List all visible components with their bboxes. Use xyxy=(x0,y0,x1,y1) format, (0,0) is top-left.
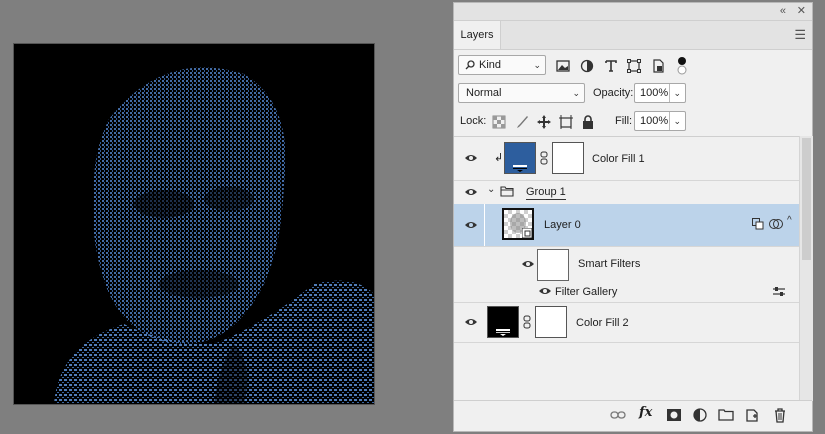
lock-label: Lock: xyxy=(460,115,487,127)
close-icon[interactable]: ✕ xyxy=(797,4,806,18)
layers-list: ↲ Color Fill 1 ⌄ Group 1 Layer 0 ^ Smart… xyxy=(454,136,799,402)
adjustment-filter-icon[interactable] xyxy=(579,58,595,74)
filter-toggle-icon[interactable] xyxy=(676,56,688,76)
document-canvas[interactable] xyxy=(14,44,374,404)
layer-mask-thumbnail[interactable] xyxy=(535,306,567,338)
lock-image-pixels-icon[interactable] xyxy=(514,114,530,130)
layer-name[interactable]: Color Fill 1 xyxy=(592,152,645,166)
chevron-down-icon: ⌄ xyxy=(533,60,541,70)
tabs-row: Layers ☰ xyxy=(454,21,812,50)
layer-name[interactable]: Group 1 xyxy=(526,185,566,200)
filter-row: Kind ⌄ xyxy=(454,55,812,77)
new-group-folder-icon[interactable] xyxy=(718,407,734,423)
layer-row-layer-0[interactable]: Layer 0 ^ xyxy=(454,204,799,247)
fx-layer-style-icon[interactable]: fx xyxy=(639,405,655,421)
eye-visibility-icon[interactable] xyxy=(464,153,478,163)
add-mask-icon[interactable] xyxy=(666,407,682,423)
layer-row-group-1[interactable]: ⌄ Group 1 xyxy=(454,180,799,205)
fill-layer-indicator-icon xyxy=(513,165,527,172)
smart-object-filter-icon[interactable] xyxy=(650,58,666,74)
filter-effects-icon[interactable] xyxy=(769,218,783,230)
shape-filter-icon[interactable] xyxy=(626,58,642,74)
layer-0-thumbnail[interactable] xyxy=(502,208,534,240)
prevent-auto-nesting-icon[interactable] xyxy=(558,114,574,130)
lock-position-icon[interactable] xyxy=(536,114,552,130)
search-icon xyxy=(465,60,475,70)
hamburger-menu-icon[interactable]: ☰ xyxy=(794,28,806,41)
layers-scrollbar[interactable] xyxy=(799,136,813,401)
eye-visibility-icon[interactable] xyxy=(464,220,478,230)
chevron-up-icon[interactable]: ^ xyxy=(787,215,792,226)
opacity-field[interactable]: 100% ⌄ xyxy=(634,83,686,103)
chevron-down-icon[interactable]: ⌄ xyxy=(669,84,681,102)
group-indent-line xyxy=(484,204,485,246)
kind-filter-label: Kind xyxy=(479,59,502,71)
new-adjustment-layer-icon[interactable] xyxy=(692,407,708,423)
layer-mask-thumbnail[interactable] xyxy=(552,142,584,174)
layer-name[interactable]: Smart Filters xyxy=(578,257,640,271)
blend-row: Normal ⌄ Opacity: 100% ⌄ xyxy=(454,83,812,105)
blend-mode-select[interactable]: Normal ⌄ xyxy=(458,83,585,103)
link-layers-icon[interactable] xyxy=(610,407,626,423)
color-fill-thumbnail[interactable] xyxy=(487,306,519,338)
layer-row-smart-filters[interactable]: Smart Filters xyxy=(454,246,799,282)
mask-link-icon[interactable] xyxy=(523,315,531,329)
mask-link-icon[interactable] xyxy=(540,151,548,165)
layer-row-color-fill-2[interactable]: Color Fill 2 xyxy=(454,302,799,343)
halftone-portrait-image xyxy=(54,67,374,404)
lock-transparent-pixels-icon[interactable] xyxy=(491,114,507,130)
folder-icon xyxy=(500,186,514,197)
fill-label: Fill: xyxy=(615,115,633,127)
blending-options-icon[interactable] xyxy=(772,286,786,298)
lock-all-icon[interactable] xyxy=(580,114,596,130)
layer-row-filter-gallery[interactable]: Filter Gallery xyxy=(454,282,799,303)
double-chevron-left-icon[interactable]: « xyxy=(780,4,786,18)
scrollbar-thumb[interactable] xyxy=(802,138,811,260)
blend-mode-value: Normal xyxy=(466,87,502,99)
smart-filter-mask-icon[interactable] xyxy=(752,218,764,230)
opacity-label: Opacity: xyxy=(593,87,634,99)
eye-visibility-icon[interactable] xyxy=(521,259,535,269)
fill-layer-indicator-icon xyxy=(496,329,510,336)
eye-visibility-icon[interactable] xyxy=(538,286,552,296)
smart-object-badge-icon xyxy=(522,228,532,238)
type-filter-icon[interactable] xyxy=(603,58,619,74)
chevron-down-icon[interactable]: ⌄ xyxy=(487,184,495,195)
layers-bottom-toolbar: fx xyxy=(454,400,812,431)
lock-row: Lock: Fill: 100% ⌄ xyxy=(454,111,812,133)
eye-visibility-icon[interactable] xyxy=(464,317,478,327)
tab-layers[interactable]: Layers xyxy=(454,21,501,49)
chevron-down-icon[interactable]: ⌄ xyxy=(669,112,681,130)
smart-filter-mask-thumbnail[interactable] xyxy=(537,249,569,281)
panel-title-bar: « ✕ xyxy=(454,3,812,21)
new-layer-icon[interactable] xyxy=(744,407,760,423)
eye-visibility-icon[interactable] xyxy=(464,187,478,197)
layer-name[interactable]: Filter Gallery xyxy=(555,285,617,299)
image-filter-icon[interactable] xyxy=(555,58,571,74)
layers-panel: « ✕ Layers ☰ Kind ⌄ Normal ⌄ Opacity: 10… xyxy=(453,2,813,432)
fill-value: 100% xyxy=(640,115,669,127)
kind-filter-select[interactable]: Kind ⌄ xyxy=(458,55,546,75)
clipping-arrow-icon: ↲ xyxy=(494,152,504,164)
fill-field[interactable]: 100% ⌄ xyxy=(634,111,686,131)
chevron-down-icon: ⌄ xyxy=(572,88,580,98)
color-fill-thumbnail[interactable] xyxy=(504,142,536,174)
layer-name[interactable]: Color Fill 2 xyxy=(576,316,629,330)
layer-name[interactable]: Layer 0 xyxy=(544,218,581,232)
layer-row-color-fill-1[interactable]: ↲ Color Fill 1 xyxy=(454,137,799,181)
trash-delete-icon[interactable] xyxy=(772,407,788,423)
opacity-value: 100% xyxy=(640,87,669,99)
